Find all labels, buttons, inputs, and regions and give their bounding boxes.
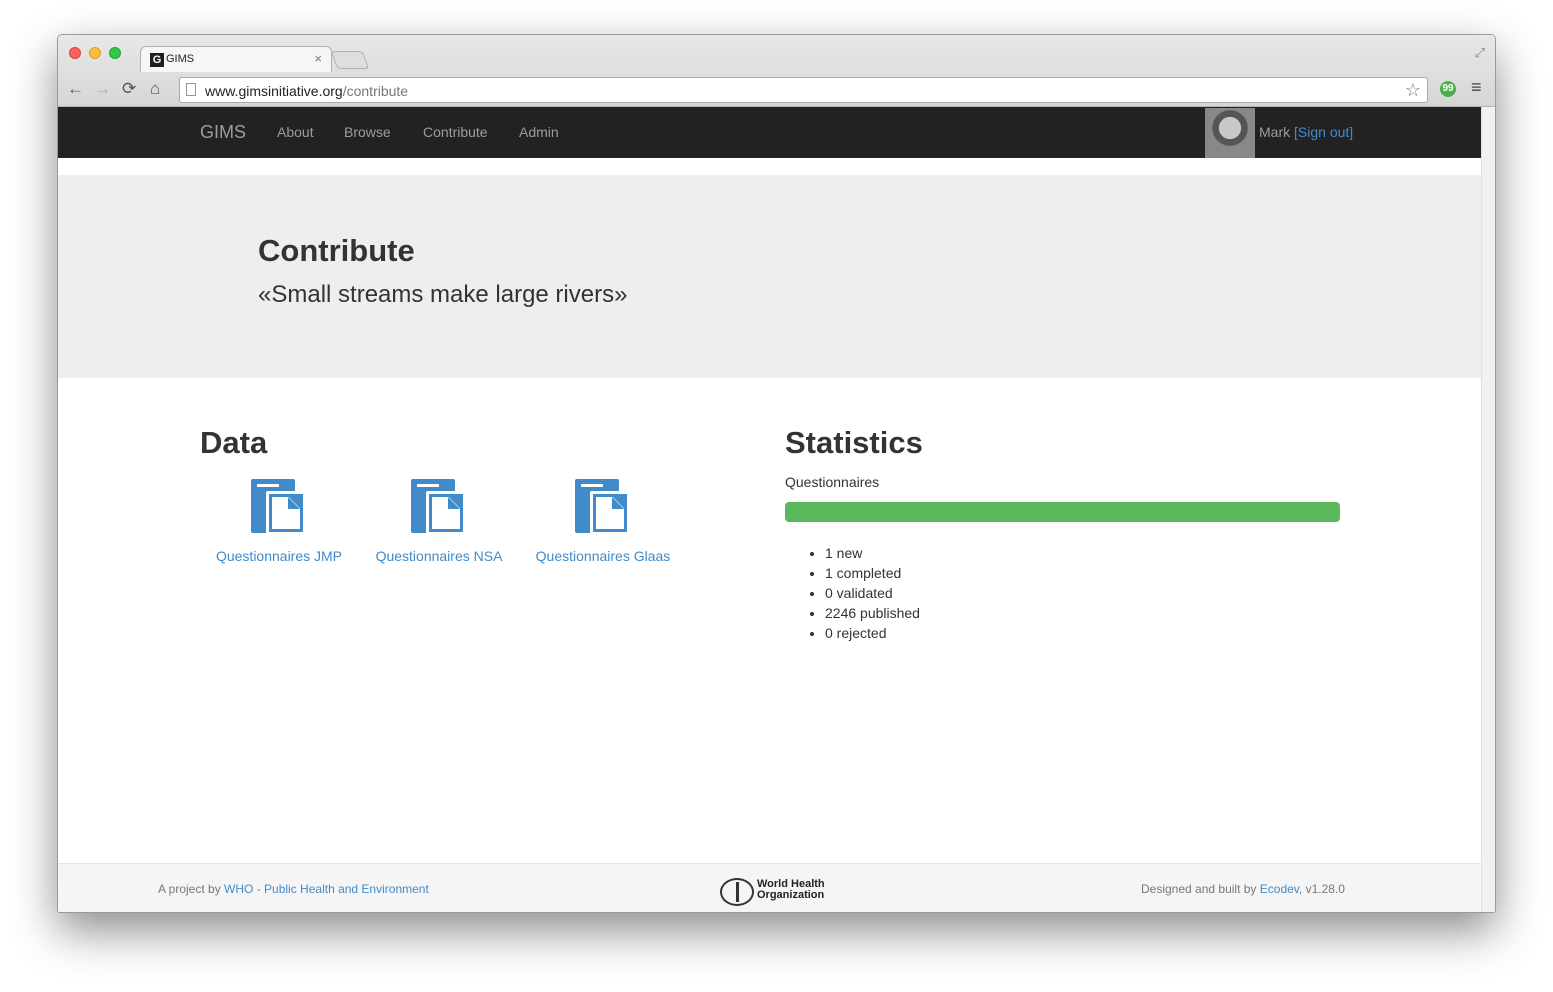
page-content: GIMS About Browse Contribute Admin Mark … [58, 107, 1482, 912]
link-label: Questionnaires Glaas [535, 548, 671, 564]
nav-browse[interactable]: Browse [344, 124, 391, 140]
progress-bar-fill [785, 502, 1340, 522]
footer-prefix: A project by [158, 882, 221, 896]
avatar [1205, 108, 1255, 158]
documents-icon [575, 479, 631, 535]
close-window-button[interactable] [69, 47, 81, 59]
ecodev-link[interactable]: Ecodev [1260, 882, 1299, 896]
bookmark-star-icon[interactable]: ☆ [1405, 80, 1421, 101]
questionnaires-jmp-link[interactable]: Questionnaires JMP [204, 479, 354, 564]
close-tab-icon[interactable]: × [314, 51, 322, 66]
page-icon [186, 83, 196, 96]
home-icon[interactable]: ⌂ [150, 79, 160, 99]
brand-link[interactable]: GIMS [200, 122, 246, 143]
documents-icon [251, 479, 307, 535]
tab-title: GIMS [166, 53, 195, 65]
page-title: Contribute [258, 233, 415, 268]
link-label: Questionnaires JMP [215, 548, 343, 564]
gims-favicon-icon: G [150, 53, 164, 67]
list-item: 2246 published [825, 603, 920, 623]
sign-out-link[interactable]: [Sign out] [1294, 124, 1353, 140]
questionnaires-nsa-link[interactable]: Questionnaires NSA [364, 479, 514, 564]
minimize-window-button[interactable] [89, 47, 101, 59]
nav-admin[interactable]: Admin [519, 124, 559, 140]
fullscreen-icon[interactable]: ⤢ [1475, 45, 1485, 61]
data-heading: Data [200, 425, 268, 460]
designer-prefix: Designed and built by [1141, 882, 1257, 896]
jumbotron: Contribute «Small streams make large riv… [58, 175, 1482, 378]
extension-icon[interactable]: 99 [1440, 81, 1456, 97]
documents-icon [411, 479, 467, 535]
statistics-list: 1 new 1 completed 0 validated 2246 publi… [825, 543, 920, 643]
who-logo-icon [720, 878, 754, 906]
page-subtitle: «Small streams make large rivers» [258, 281, 628, 308]
list-item: 1 new [825, 543, 920, 563]
list-item: 0 validated [825, 583, 920, 603]
who-logo-text: World Health Organization [757, 879, 837, 901]
reload-icon[interactable]: ⟳ [122, 79, 136, 99]
version-text: , v1.28.0 [1298, 882, 1345, 896]
footer-designer: Designed and built by Ecodev, v1.28.0 [1141, 882, 1345, 896]
nav-about[interactable]: About [277, 124, 314, 140]
url-host: www.gimsinitiative.org [205, 83, 343, 99]
footer-credit: A project by WHO - Public Health and Env… [158, 882, 429, 896]
browser-toolbar: G GIMS × ⤢ ← → ⟳ ⌂ www.gimsinitiative.or… [58, 35, 1495, 107]
new-tab-button[interactable] [330, 51, 370, 69]
user-info: Mark [Sign out] [1259, 124, 1353, 140]
browser-tab[interactable]: G GIMS × [140, 46, 332, 72]
back-icon[interactable]: ← [67, 79, 84, 99]
questionnaires-progress [785, 502, 1340, 522]
site-navbar: GIMS About Browse Contribute Admin Mark … [58, 107, 1482, 158]
list-item: 0 rejected [825, 623, 920, 643]
zoom-window-button[interactable] [109, 47, 121, 59]
link-label: Questionnaires NSA [375, 548, 503, 564]
footer: A project by WHO - Public Health and Env… [58, 863, 1482, 912]
browser-menu-icon[interactable]: ≡ [1471, 77, 1482, 98]
forward-icon[interactable]: → [94, 79, 111, 99]
list-item: 1 completed [825, 563, 920, 583]
nav-contribute[interactable]: Contribute [423, 124, 488, 140]
page-scrollbar[interactable] [1481, 107, 1495, 912]
statistics-heading: Statistics [785, 425, 923, 460]
browser-window: G GIMS × ⤢ ← → ⟳ ⌂ www.gimsinitiative.or… [57, 34, 1496, 913]
address-bar[interactable]: www.gimsinitiative.org/contribute ☆ [179, 77, 1428, 103]
questionnaires-label: Questionnaires [785, 474, 880, 490]
who-link[interactable]: WHO - Public Health and Environment [224, 882, 429, 896]
who-text-line2: Organization [757, 889, 825, 901]
user-name: Mark [1259, 124, 1291, 140]
url-text: www.gimsinitiative.org/contribute [205, 83, 408, 99]
questionnaires-glaas-link[interactable]: Questionnaires Glaas [528, 479, 678, 564]
url-path: /contribute [342, 83, 409, 99]
